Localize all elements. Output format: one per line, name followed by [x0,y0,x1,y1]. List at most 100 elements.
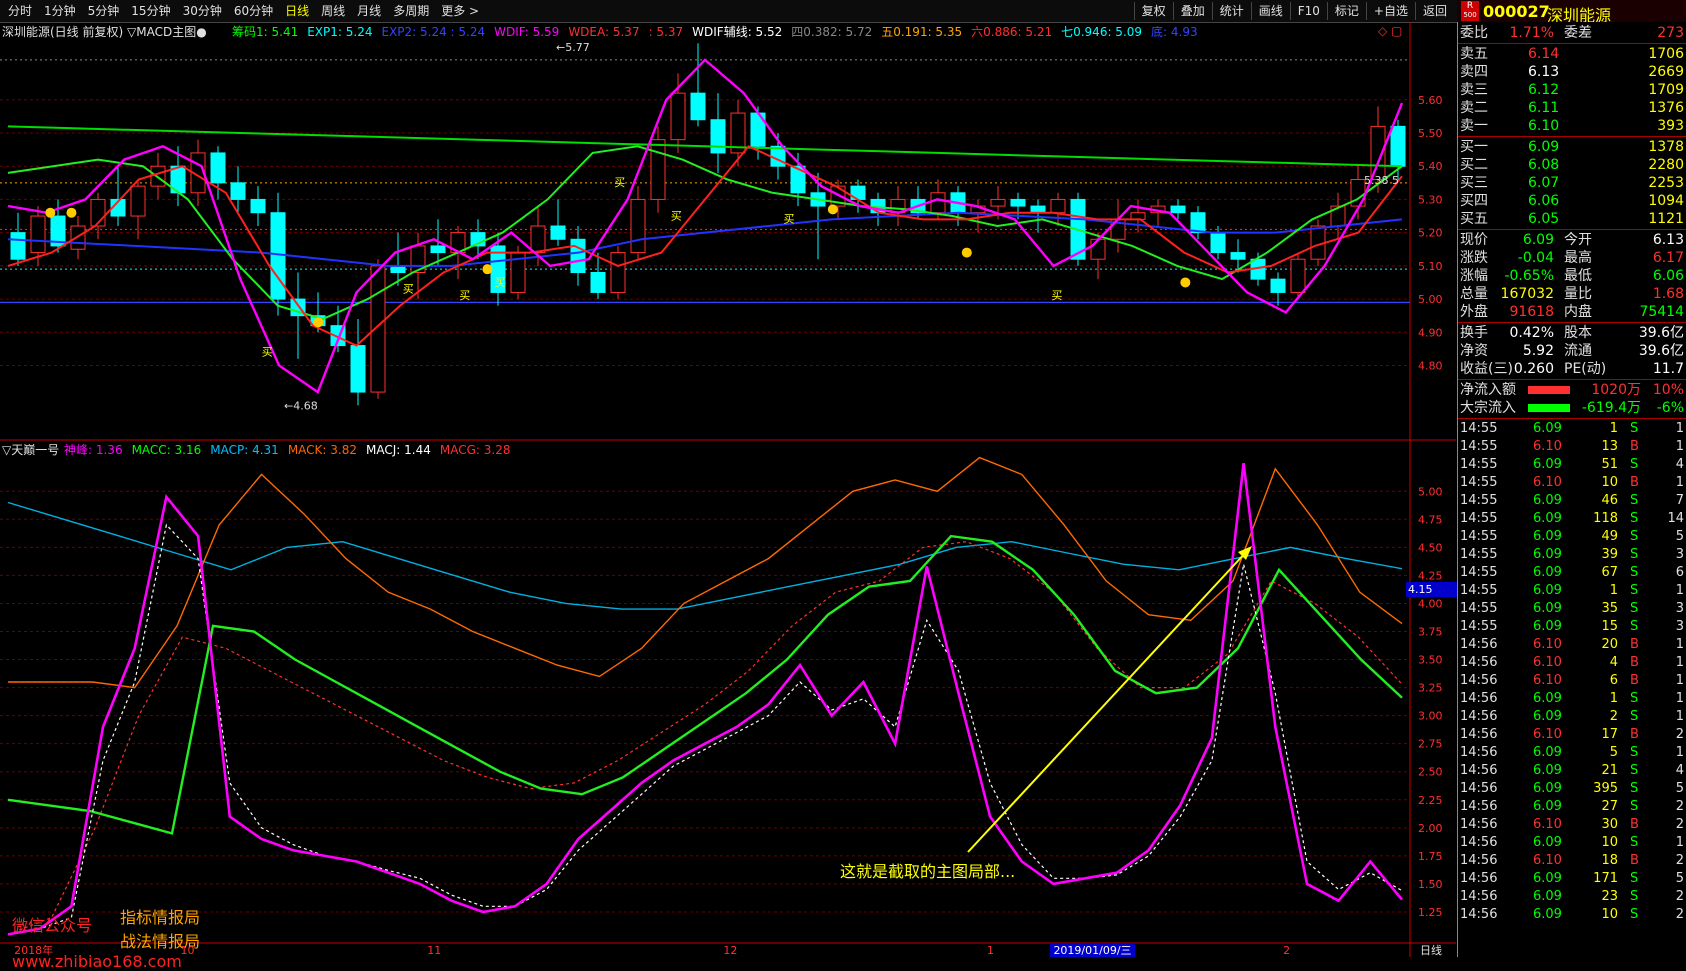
sub-tick-8: 3.00 [1418,710,1443,723]
tick-row-23: 14:56 6.09 10 S 1 [1458,834,1686,852]
tick-price: 6.09 [1533,835,1562,850]
sell-level-1[interactable]: 卖四 6.13 2669 [1458,63,1686,81]
stat2-value: 0.260 [1513,361,1554,377]
stat2-label: 换手 [1460,325,1488,341]
tick-side: B [1630,727,1639,742]
tick-volume: 67 [1601,565,1618,580]
sub-chart-title[interactable]: ▽天巅一号 [2,441,59,458]
buy-level-volume: 2253 [1648,175,1684,191]
tick-price: 6.10 [1533,853,1562,868]
period-tab-6[interactable]: 日线 [279,2,315,20]
stat-label2: 今开 [1564,232,1592,248]
tick-count: 1 [1675,655,1684,670]
period-tab-0[interactable]: 分时 [2,2,38,20]
separator [1458,418,1686,419]
stat-value: -0.04 [1517,250,1554,266]
buy-label-0: 买 [262,346,273,359]
stat-row-2: 涨幅 -0.65% 最低 6.06 [1458,267,1686,285]
stock-code: 000027 [1483,2,1550,21]
tick-count: 3 [1675,547,1684,562]
tick-side: S [1630,763,1639,778]
tick-count: 3 [1675,601,1684,616]
stat-value2: 6.13 [1652,232,1684,248]
sell-level-4[interactable]: 卖一 6.10 393 [1458,117,1686,135]
tick-row-1: 14:55 6.10 13 B 1 [1458,438,1686,456]
candle-body-49 [990,198,1006,207]
tick-volume: 30 [1601,817,1618,832]
kline-chart-area[interactable]: 5.60 5.50 5.40 5.30 5.20 5.10 5.00 4.90 4.80 ←5.7… [0,22,1458,971]
tick-count: 5 [1675,781,1684,796]
tick-side: S [1630,493,1639,508]
period-tab-5[interactable]: 60分钟 [228,2,279,20]
tick-row-13: 14:56 6.10 4 B 1 [1458,654,1686,672]
tick-time: 14:55 [1460,601,1498,616]
candle-body-50 [1010,198,1026,207]
period-tab-4[interactable]: 30分钟 [177,2,228,20]
sell-level-3[interactable]: 卖二 6.11 1376 [1458,99,1686,117]
sub-tick-9: 2.75 [1418,738,1443,751]
buy-level-4[interactable]: 买五 6.05 1121 [1458,210,1686,228]
current-value-box: 4.15 [1406,582,1458,597]
sell-level-0[interactable]: 卖五 6.14 1706 [1458,45,1686,63]
sub-indicator-5: MACG: 3.28 [439,443,511,457]
tick-row-10: 14:55 6.09 35 S 3 [1458,600,1686,618]
tick-count: 7 [1675,493,1684,508]
candle-body-35 [710,119,726,154]
candle-body-69 [1390,125,1406,167]
buy-level-2[interactable]: 买三 6.07 2253 [1458,174,1686,192]
stat-value2: 1.68 [1652,286,1684,302]
tick-price: 6.10 [1533,637,1562,652]
flow-bar [1528,404,1570,412]
tick-price: 6.09 [1533,565,1562,580]
tool-button-4[interactable]: F10 [1289,2,1327,20]
stat-row-1: 涨跌 -0.04 最高 6.17 [1458,249,1686,267]
tool-button-7[interactable]: 返回 [1414,2,1454,20]
tick-row-26: 14:56 6.09 23 S 2 [1458,888,1686,906]
sub-tick-12: 2.00 [1418,822,1443,835]
tick-price: 6.09 [1533,457,1562,472]
tick-side: B [1630,817,1639,832]
period-tab-3[interactable]: 15分钟 [125,2,176,20]
tick-price: 6.09 [1533,691,1562,706]
candle-body-10 [210,152,226,184]
period-tab-10[interactable]: 更多 > [435,2,485,20]
tick-count: 6 [1675,565,1684,580]
tick-price: 6.09 [1533,583,1562,598]
period-tab-1[interactable]: 1分钟 [38,2,82,20]
tick-price: 6.09 [1533,889,1562,904]
buy-level-0[interactable]: 买一 6.09 1378 [1458,138,1686,156]
tool-button-6[interactable]: +自选 [1365,2,1415,20]
sub-indicator-2: MACP: 4.31 [210,443,279,457]
settings-icons[interactable]: ◇ ▢ [1378,24,1402,38]
tick-price: 6.09 [1533,493,1562,508]
period-tab-9[interactable]: 多周期 [387,2,435,20]
flow-pct: 10% [1652,382,1684,398]
tick-count: 1 [1675,835,1684,850]
buy-level-1[interactable]: 买二 6.08 2280 [1458,156,1686,174]
period-tab-7[interactable]: 周线 [315,2,351,20]
tick-time: 14:55 [1460,565,1498,580]
tick-time: 14:56 [1460,745,1498,760]
stock-header: R 500 000027 深圳能源 [1457,0,1686,25]
order-ratio-value: 1.71% [1509,25,1554,41]
main-chart-title[interactable]: 深圳能源(日线 前复权) ▽MACD主图● [2,23,207,40]
sell-level-2[interactable]: 卖三 6.12 1709 [1458,81,1686,99]
tool-button-3[interactable]: 画线 [1250,2,1290,20]
sub-orange-line [8,456,1403,689]
tool-button-0[interactable]: 复权 [1133,2,1173,20]
stat2-value2: 11.7 [1652,361,1684,377]
x-axis-period[interactable]: 日线 [1420,944,1442,957]
period-tab-2[interactable]: 5分钟 [82,2,126,20]
candle-body-26 [530,225,546,254]
tool-button-2[interactable]: 统计 [1211,2,1251,20]
stat-label: 涨幅 [1460,268,1488,284]
tick-row-25: 14:56 6.09 171 S 5 [1458,870,1686,888]
tick-time: 14:55 [1460,493,1498,508]
buy-level-3[interactable]: 买四 6.06 1094 [1458,192,1686,210]
tick-price: 6.09 [1533,763,1562,778]
period-tab-8[interactable]: 月线 [351,2,387,20]
tool-button-1[interactable]: 叠加 [1172,2,1212,20]
tick-volume: 13 [1601,439,1618,454]
stat-label2: 内盘 [1564,304,1592,320]
tool-button-5[interactable]: 标记 [1326,2,1366,20]
